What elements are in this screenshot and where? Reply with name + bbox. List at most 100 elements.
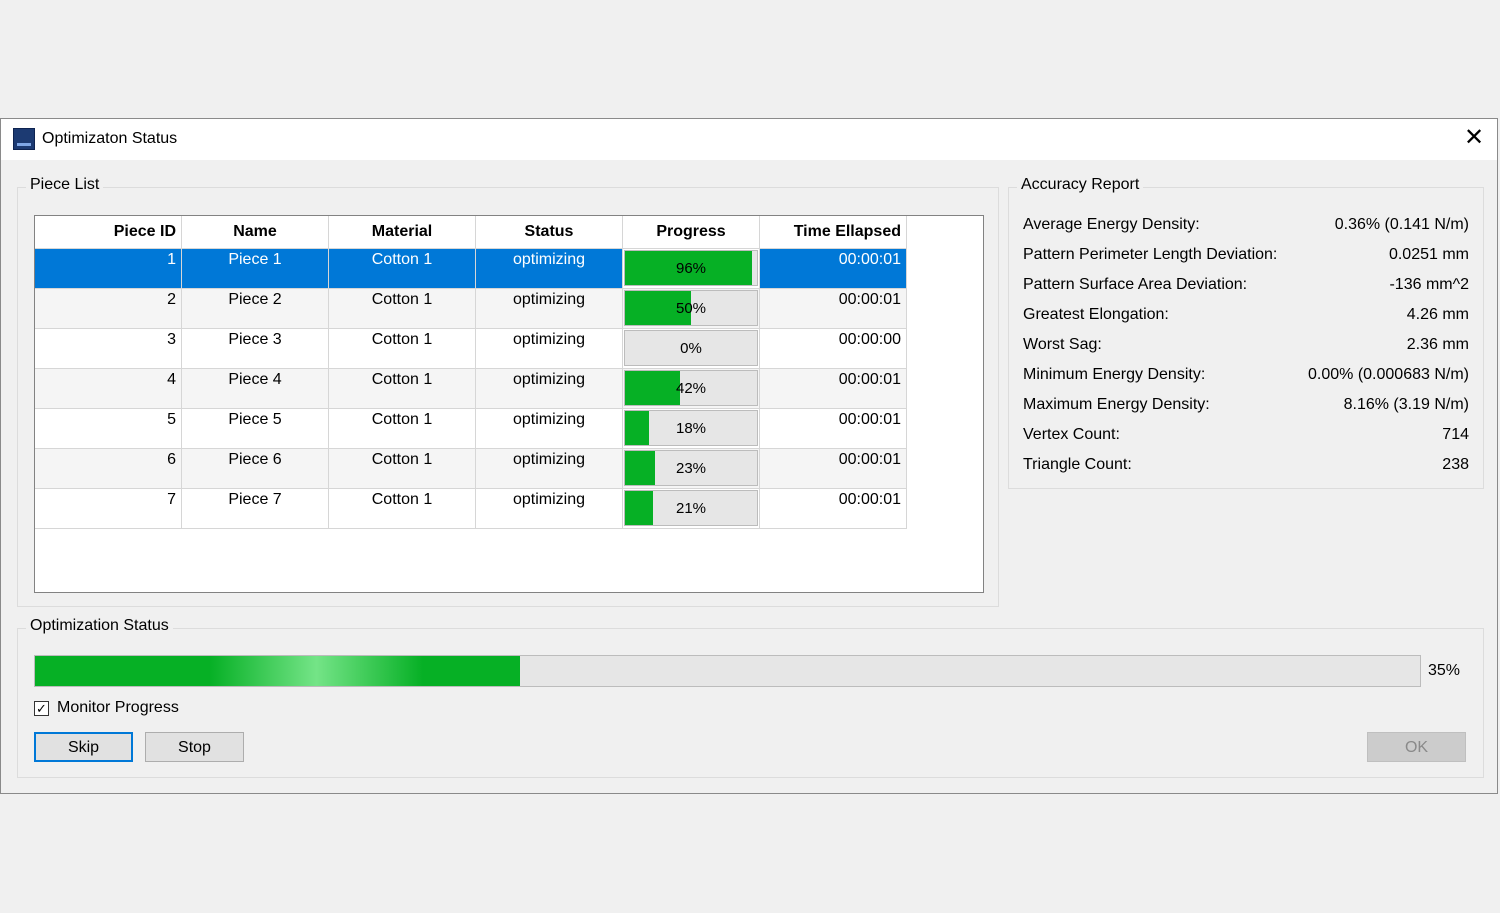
cell-piece-id: 5	[35, 408, 182, 449]
cell-material: Cotton 1	[328, 368, 476, 409]
piece-progress-bar: 0%	[624, 330, 758, 366]
table-row[interactable]: 2 Piece 2 Cotton 1 optimizing 50% 00:00:01	[35, 288, 907, 329]
cell-material: Cotton 1	[328, 408, 476, 449]
cell-progress: 23%	[622, 448, 760, 489]
accuracy-value: 714	[1442, 426, 1469, 443]
cell-piece-id: 7	[35, 488, 182, 529]
accuracy-label: Maximum Energy Density:	[1023, 396, 1210, 413]
cell-status: optimizing	[475, 488, 623, 529]
piece-progress-bar: 21%	[624, 490, 758, 526]
optimization-status-dialog: Optimizaton Status ✕ Piece List Piece ID…	[0, 118, 1498, 794]
accuracy-report-group: Accuracy Report Average Energy Density: 0…	[1008, 176, 1484, 489]
piece-progress-bar: 50%	[624, 290, 758, 326]
piece-progress-text: 18%	[675, 420, 707, 437]
column-header-status[interactable]: Status	[475, 216, 623, 249]
cell-material: Cotton 1	[328, 448, 476, 489]
cell-piece-id: 4	[35, 368, 182, 409]
cell-material: Cotton 1	[328, 288, 476, 329]
table-row[interactable]: 5 Piece 5 Cotton 1 optimizing 18% 00:00:01	[35, 408, 907, 449]
accuracy-row: Greatest Elongation: 4.26 mm	[1023, 300, 1469, 330]
cell-name: Piece 1	[181, 248, 329, 289]
title-bar: Optimizaton Status ✕	[1, 119, 1497, 160]
piece-progress-text: 21%	[675, 500, 707, 517]
accuracy-value: 0.36% (0.141 N/m)	[1334, 216, 1469, 233]
optimization-status-group: Optimization Status 35% ✓ Monitor Progre…	[17, 617, 1484, 778]
column-header-material[interactable]: Material	[328, 216, 476, 249]
close-button[interactable]: ✕	[1461, 125, 1487, 153]
accuracy-value: 8.16% (3.19 N/m)	[1343, 396, 1469, 413]
accuracy-value: 238	[1442, 456, 1469, 473]
cell-status: optimizing	[475, 248, 623, 289]
piece-list-label: Piece List	[26, 176, 104, 194]
cell-progress: 42%	[622, 368, 760, 409]
accuracy-row: Minimum Energy Density: 0.00% (0.000683 N…	[1023, 360, 1469, 390]
cell-progress: 50%	[622, 288, 760, 329]
overall-progress-fill	[35, 656, 520, 686]
table-header-row: Piece ID Name Material Status Progress T…	[35, 216, 907, 249]
cell-name: Piece 3	[181, 328, 329, 369]
cell-progress: 96%	[622, 248, 760, 289]
cell-progress: 0%	[622, 328, 760, 369]
piece-progress-text: 50%	[675, 300, 707, 317]
window-title: Optimizaton Status	[42, 130, 178, 147]
column-header-name[interactable]: Name	[181, 216, 329, 249]
piece-list-table: Piece ID Name Material Status Progress T…	[35, 216, 907, 529]
piece-progress-bar: 96%	[624, 250, 758, 286]
piece-progress-text: 0%	[680, 340, 702, 357]
cell-piece-id: 6	[35, 448, 182, 489]
table-row[interactable]: 7 Piece 7 Cotton 1 optimizing 21% 00:00:01	[35, 488, 907, 529]
column-header-time-elapsed[interactable]: Time Ellapsed	[759, 216, 907, 249]
accuracy-row: Triangle Count: 238	[1023, 450, 1469, 480]
piece-progress-bar: 18%	[624, 410, 758, 446]
cell-time-elapsed: 00:00:01	[759, 288, 907, 329]
accuracy-row: Average Energy Density: 0.36% (0.141 N/m)	[1023, 210, 1469, 240]
piece-progress-text: 96%	[675, 260, 707, 277]
table-row[interactable]: 1 Piece 1 Cotton 1 optimizing 96% 00:00:01	[35, 248, 907, 289]
accuracy-value: 0.00% (0.000683 N/m)	[1308, 366, 1469, 383]
skip-button[interactable]: Skip	[34, 732, 133, 762]
accuracy-value: 2.36 mm	[1406, 336, 1469, 353]
accuracy-row: Maximum Energy Density: 8.16% (3.19 N/m)	[1023, 390, 1469, 420]
accuracy-label: Average Energy Density:	[1023, 216, 1200, 233]
cell-status: optimizing	[475, 408, 623, 449]
piece-list-table-frame[interactable]: Piece ID Name Material Status Progress T…	[34, 215, 984, 593]
table-row[interactable]: 3 Piece 3 Cotton 1 optimizing 0% 00:00:00	[35, 328, 907, 369]
cell-material: Cotton 1	[328, 248, 476, 289]
cell-name: Piece 7	[181, 488, 329, 529]
accuracy-value: 4.26 mm	[1406, 306, 1469, 323]
ok-button[interactable]: OK	[1367, 732, 1466, 762]
cell-progress: 21%	[622, 488, 760, 529]
cell-time-elapsed: 00:00:01	[759, 488, 907, 529]
accuracy-row: Vertex Count: 714	[1023, 420, 1469, 450]
cell-material: Cotton 1	[328, 488, 476, 529]
overall-progress-percent: 35%	[1428, 662, 1461, 679]
checkbox-checked-icon[interactable]: ✓	[34, 700, 49, 716]
accuracy-label: Triangle Count:	[1023, 456, 1132, 473]
monitor-progress-label: Monitor Progress	[57, 699, 179, 716]
piece-progress-bar: 42%	[624, 370, 758, 406]
optimization-status-label: Optimization Status	[26, 617, 173, 635]
piece-progress-text: 42%	[675, 380, 707, 397]
piece-list-group: Piece List Piece ID Name Material Status…	[17, 176, 999, 607]
table-row[interactable]: 6 Piece 6 Cotton 1 optimizing 23% 00:00:01	[35, 448, 907, 489]
cell-piece-id: 1	[35, 248, 182, 289]
cell-progress: 18%	[622, 408, 760, 449]
stop-button[interactable]: Stop	[145, 732, 244, 762]
overall-progress-bar	[34, 655, 1421, 687]
accuracy-label: Greatest Elongation:	[1023, 306, 1169, 323]
monitor-progress-checkbox[interactable]: ✓ Monitor Progress	[34, 699, 179, 717]
accuracy-row: Pattern Perimeter Length Deviation: 0.025…	[1023, 240, 1469, 270]
cell-material: Cotton 1	[328, 328, 476, 369]
cell-name: Piece 6	[181, 448, 329, 489]
table-row[interactable]: 4 Piece 4 Cotton 1 optimizing 42% 00:00:01	[35, 368, 907, 409]
cell-name: Piece 5	[181, 408, 329, 449]
column-header-piece-id[interactable]: Piece ID	[35, 216, 182, 249]
accuracy-label: Vertex Count:	[1023, 426, 1120, 443]
column-header-progress[interactable]: Progress	[622, 216, 760, 249]
cell-status: optimizing	[475, 288, 623, 329]
cell-name: Piece 2	[181, 288, 329, 329]
accuracy-report-label: Accuracy Report	[1017, 176, 1144, 194]
accuracy-label: Pattern Surface Area Deviation:	[1023, 276, 1248, 293]
accuracy-label: Worst Sag:	[1023, 336, 1102, 353]
accuracy-label: Pattern Perimeter Length Deviation:	[1023, 246, 1278, 263]
